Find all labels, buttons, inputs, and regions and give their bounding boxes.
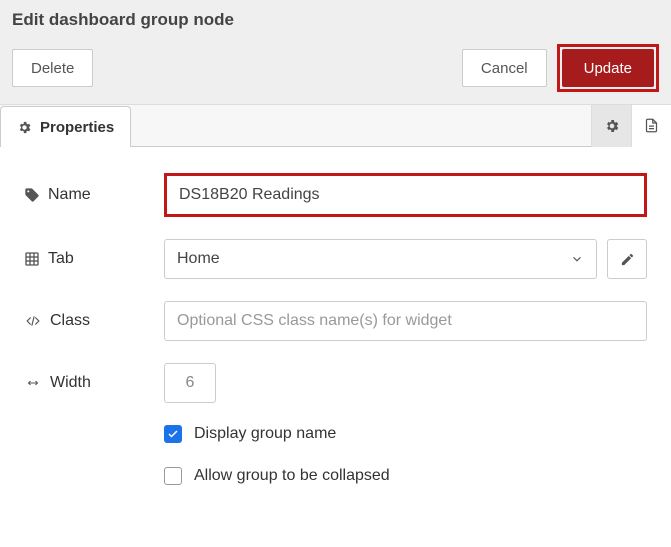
editor-header: Edit dashboard group node Delete Cancel … bbox=[0, 0, 671, 105]
settings-icon-button[interactable] bbox=[591, 105, 631, 147]
allow-collapse-checkbox[interactable] bbox=[164, 467, 182, 485]
width-input[interactable] bbox=[164, 363, 216, 403]
name-label: Name bbox=[24, 186, 164, 204]
class-label: Class bbox=[24, 312, 164, 330]
allow-collapse-label: Allow group to be collapsed bbox=[194, 467, 390, 485]
tab-properties[interactable]: Properties bbox=[0, 106, 131, 147]
gear-icon bbox=[604, 118, 620, 134]
tab-select[interactable]: Home bbox=[164, 239, 597, 279]
edit-tab-button[interactable] bbox=[607, 239, 647, 279]
dialog-title: Edit dashboard group node bbox=[12, 10, 659, 30]
name-input[interactable] bbox=[167, 176, 644, 214]
update-button[interactable]: Update bbox=[562, 49, 654, 87]
tab-properties-label: Properties bbox=[40, 119, 114, 136]
width-label: Width bbox=[24, 374, 164, 392]
chevron-down-icon bbox=[570, 252, 584, 266]
tab-label: Tab bbox=[24, 250, 164, 268]
name-field-highlight bbox=[164, 173, 647, 217]
properties-form: Name Tab Home bbox=[0, 147, 671, 529]
cancel-button[interactable]: Cancel bbox=[462, 49, 547, 87]
tag-icon bbox=[24, 187, 40, 203]
notes-icon-button[interactable] bbox=[631, 105, 671, 147]
arrows-h-icon bbox=[24, 377, 42, 389]
tabs-row: Properties bbox=[0, 105, 671, 147]
file-icon bbox=[644, 117, 659, 134]
grid-icon bbox=[24, 251, 40, 267]
display-name-checkbox[interactable] bbox=[164, 425, 182, 443]
update-highlight: Update bbox=[557, 44, 659, 92]
class-input[interactable] bbox=[164, 301, 647, 341]
display-name-label: Display group name bbox=[194, 425, 336, 443]
action-button-row: Delete Cancel Update bbox=[12, 44, 659, 92]
delete-button[interactable]: Delete bbox=[12, 49, 93, 87]
pencil-icon bbox=[620, 252, 635, 267]
code-icon bbox=[24, 314, 42, 328]
gear-icon bbox=[17, 120, 32, 135]
tab-select-value: Home bbox=[177, 250, 220, 268]
